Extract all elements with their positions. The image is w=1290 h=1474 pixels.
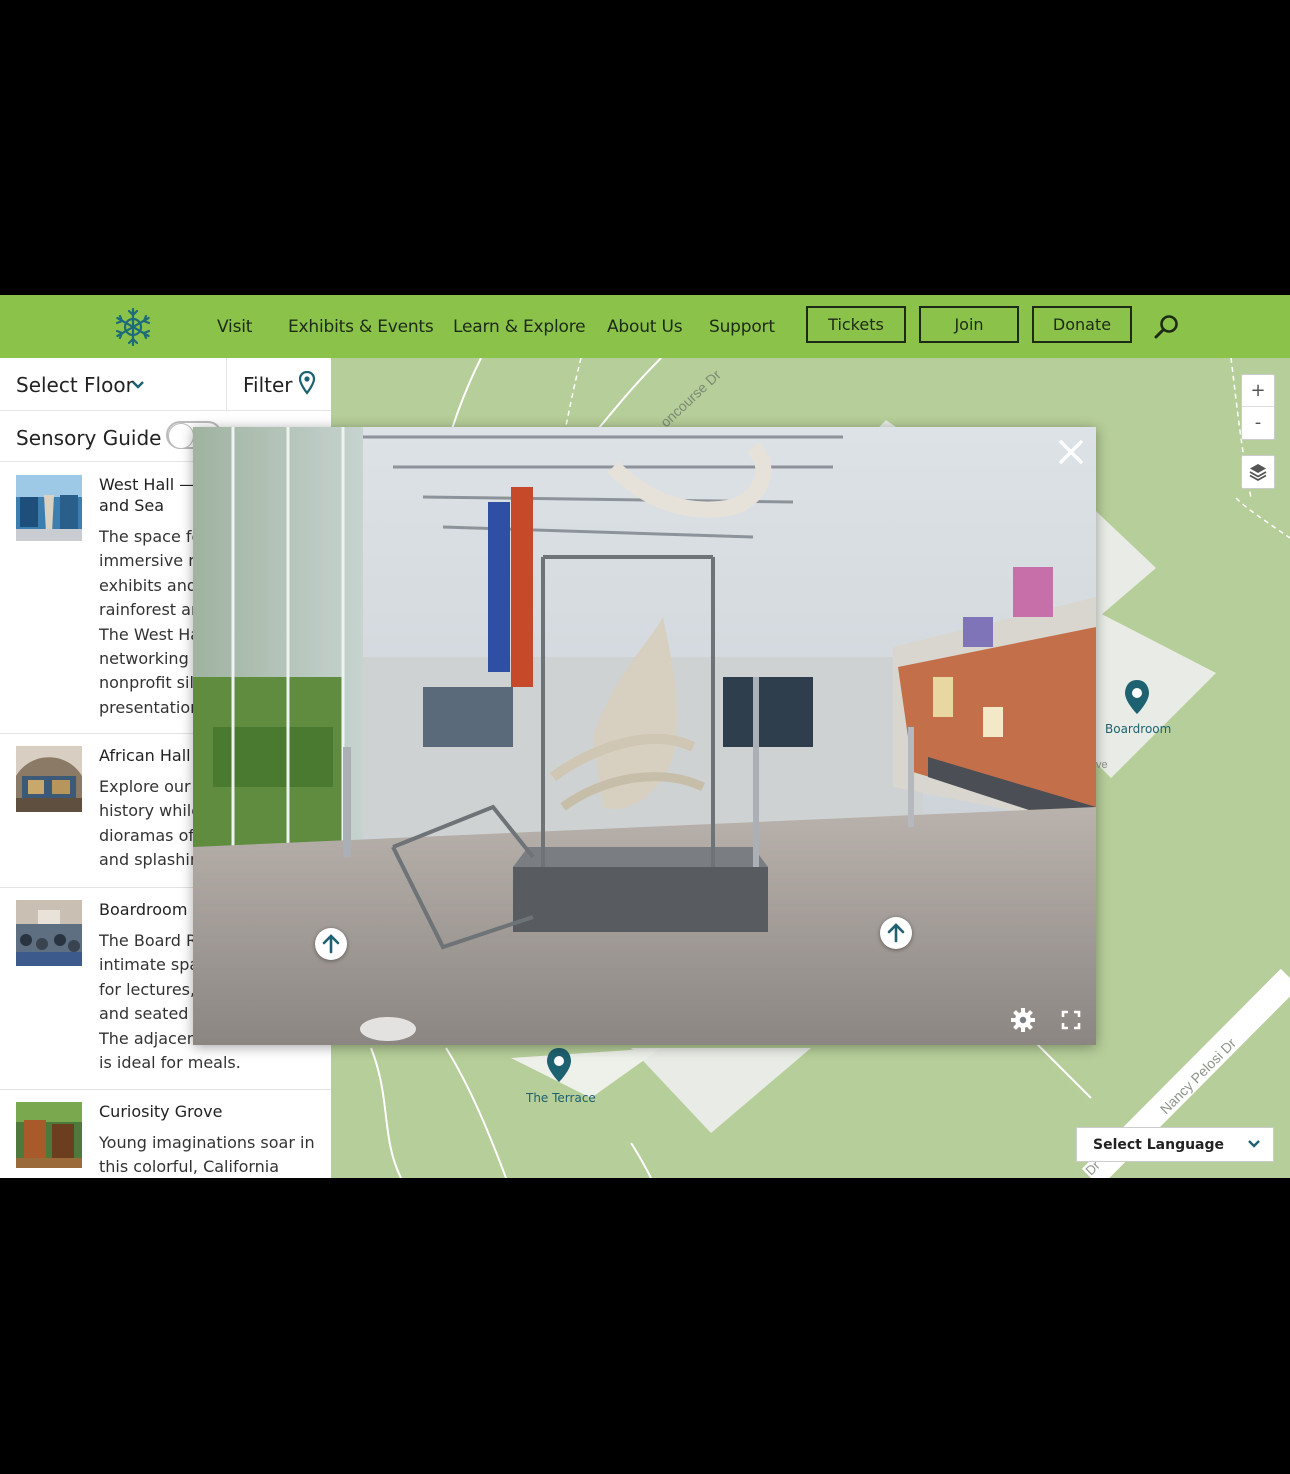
donate-button[interactable]: Donate [1032, 306, 1132, 343]
divider [226, 358, 227, 410]
nav-learn-explore[interactable]: Learn & Explore [453, 317, 586, 337]
join-button[interactable]: Join [919, 306, 1019, 343]
list-item[interactable]: Curiosity Grove Young imaginations soar … [0, 1090, 331, 1178]
fullscreen-icon[interactable] [1061, 1010, 1081, 1030]
pin-label-the-terrace[interactable]: The Terrace [526, 1091, 596, 1105]
app-screen: Visit Exhibits & Events Learn & Explore … [0, 295, 1290, 1178]
close-icon[interactable] [1056, 437, 1086, 467]
sidebar-controls: Select Floor Filter [0, 358, 331, 411]
search-icon[interactable] [1153, 313, 1181, 341]
list-item-title: Curiosity Grove [99, 1102, 223, 1121]
thumbnail-image [16, 900, 82, 966]
list-item-title: Boardroom [99, 900, 188, 919]
tickets-button[interactable]: Tickets [806, 306, 906, 343]
zoom-in-button[interactable]: + [1242, 375, 1274, 407]
list-item-title: West Hall — [99, 475, 196, 494]
chevron-down-icon[interactable] [131, 379, 145, 391]
layers-button[interactable] [1241, 455, 1275, 489]
thumbnail-image [16, 746, 82, 812]
street-label: ve [1096, 759, 1108, 771]
nav-visit[interactable]: Visit [217, 317, 252, 337]
nav-exhibits-events[interactable]: Exhibits & Events [288, 317, 434, 337]
chevron-down-icon [1248, 1140, 1260, 1148]
toggle-knob [168, 423, 194, 449]
panorama-viewer[interactable] [193, 427, 1096, 1045]
pin-label-boardroom[interactable]: Boardroom [1105, 722, 1171, 736]
select-floor-dropdown[interactable]: Select Floor [16, 373, 134, 397]
nav-about-us[interactable]: About Us [607, 317, 683, 337]
nav-support[interactable]: Support [709, 317, 775, 337]
panorama-nav-arrow[interactable] [315, 928, 347, 960]
arrow-up-icon [887, 923, 905, 943]
language-select-label: Select Language [1093, 1136, 1225, 1153]
language-select[interactable]: Select Language [1076, 1127, 1274, 1162]
snowflake-logo-icon[interactable] [112, 306, 154, 348]
layers-icon [1249, 464, 1267, 482]
zoom-control: + - [1241, 374, 1275, 440]
filter-button[interactable]: Filter [243, 373, 293, 397]
thumbnail-image [16, 1102, 82, 1168]
arrow-up-icon [322, 934, 340, 954]
list-item-title: African Hall [99, 746, 191, 765]
sensory-guide-label: Sensory Guide [16, 426, 162, 450]
thumbnail-image [16, 475, 82, 541]
top-nav-bar: Visit Exhibits & Events Learn & Explore … [0, 295, 1290, 358]
list-item-description: Young imaginations soar in this colorful… [99, 1133, 315, 1177]
map-pin-icon[interactable] [298, 371, 316, 395]
list-item-description: The space fe immersive na exhibits and r… [99, 527, 209, 717]
list-item-description: Explore our e history while dioramas of … [99, 777, 206, 870]
gear-icon[interactable] [1010, 1007, 1036, 1033]
zoom-out-button[interactable]: - [1242, 407, 1274, 438]
panorama-nav-arrow[interactable] [880, 917, 912, 949]
list-item-title: and Sea [99, 496, 164, 515]
